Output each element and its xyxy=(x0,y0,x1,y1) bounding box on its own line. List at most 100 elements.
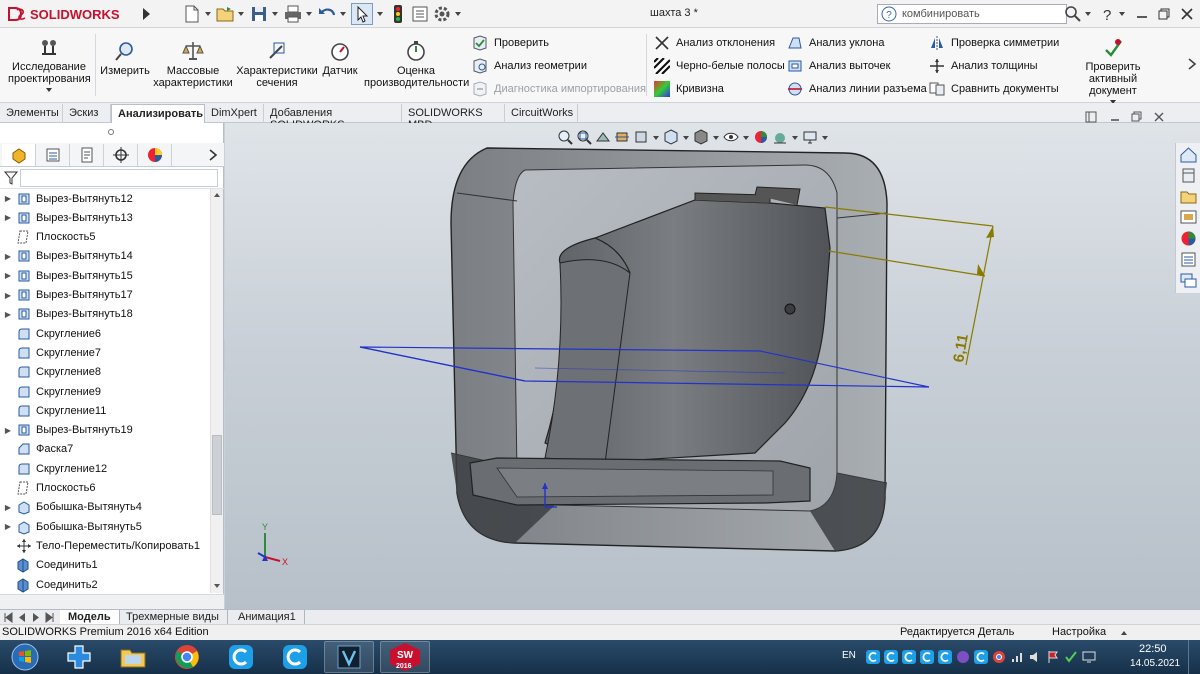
zebra-stripes-button[interactable]: Черно-белые полосы xyxy=(654,57,785,75)
taskbar-chrome[interactable] xyxy=(162,641,212,673)
symmetry-check-button[interactable]: Проверка симметрии xyxy=(929,34,1059,52)
undo-dropdown-icon[interactable] xyxy=(339,10,347,18)
performance-evaluation-button[interactable]: Оценка производительности xyxy=(364,40,469,89)
expand-arrow-icon[interactable]: ▶ xyxy=(0,503,16,512)
search-icon[interactable] xyxy=(1064,5,1082,23)
filter-input[interactable] xyxy=(20,169,218,187)
search-input[interactable] xyxy=(902,6,1052,22)
tray-flag-icon[interactable] xyxy=(1046,650,1060,664)
help-icon[interactable]: ? xyxy=(1100,5,1116,23)
close-icon[interactable] xyxy=(1180,7,1194,21)
tray-display-icon[interactable] xyxy=(1082,650,1096,664)
draft-analysis-button[interactable]: Анализ уклона xyxy=(787,34,884,52)
search-box[interactable]: ? xyxy=(877,4,1067,24)
undo-icon[interactable] xyxy=(317,4,337,24)
custom-properties-icon[interactable] xyxy=(1179,250,1198,269)
tray-c-icon[interactable] xyxy=(938,650,952,664)
expand-arrow-icon[interactable]: ▶ xyxy=(0,310,16,319)
options-dropdown-icon[interactable] xyxy=(454,10,462,18)
viewport-restore-icon[interactable] xyxy=(1131,111,1143,123)
tree-item[interactable]: Соединить2 xyxy=(0,575,210,593)
tab-configuration-manager[interactable] xyxy=(70,144,104,166)
compare-documents-button[interactable]: Сравнить документы xyxy=(929,80,1059,98)
dimension-value[interactable]: 6,11 xyxy=(950,333,972,364)
viewport-split-icon[interactable] xyxy=(1085,111,1097,123)
tab-sketch[interactable]: Эскиз xyxy=(63,104,111,123)
tree-scrollbar[interactable] xyxy=(210,189,223,593)
clock-date[interactable]: 14.05.2021 xyxy=(1130,658,1180,669)
open-dropdown-icon[interactable] xyxy=(237,10,245,18)
select-tool-button[interactable] xyxy=(351,3,373,25)
tree-item[interactable]: Скругление7 xyxy=(0,343,210,362)
tree-item[interactable]: Скругление12 xyxy=(0,459,210,478)
tab-display-manager[interactable] xyxy=(138,144,172,166)
taskbar-app-v[interactable] xyxy=(324,641,374,673)
taskbar-app-c1[interactable] xyxy=(216,641,266,673)
expand-arrow-icon[interactable]: ▶ xyxy=(0,522,16,531)
search-dropdown-icon[interactable] xyxy=(1084,10,1092,18)
tree-item[interactable]: Скругление11 xyxy=(0,401,210,420)
tab-feature-manager[interactable] xyxy=(2,144,36,166)
undercut-analysis-button[interactable]: Анализ выточек xyxy=(787,57,890,75)
tray-c-icon[interactable] xyxy=(920,650,934,664)
save-dropdown-icon[interactable] xyxy=(271,10,279,18)
tree-item[interactable]: ▶ Бобышка-Вытянуть5 xyxy=(0,517,210,536)
first-tab-icon[interactable] xyxy=(2,612,14,623)
tray-network-icon[interactable] xyxy=(1010,650,1024,664)
scroll-thumb[interactable] xyxy=(212,435,222,515)
ribbon-scroll-right-icon[interactable] xyxy=(1187,58,1197,70)
options-gear-icon[interactable] xyxy=(432,4,452,24)
parting-line-analysis-button[interactable]: Анализ линии разъема xyxy=(787,80,927,98)
select-dropdown-icon[interactable] xyxy=(376,10,384,18)
rebuild-traffic-light-icon[interactable] xyxy=(388,4,408,24)
tray-c-icon[interactable] xyxy=(866,650,880,664)
tab-dimxpert[interactable]: DimXpert xyxy=(205,104,264,123)
scroll-up-icon[interactable] xyxy=(213,191,221,199)
tree-item[interactable]: Плоскость6 xyxy=(0,479,210,498)
tray-c-icon[interactable] xyxy=(974,650,988,664)
view-palette-icon[interactable] xyxy=(1179,208,1198,227)
design-study-button[interactable]: Исследование проектирования xyxy=(8,36,91,93)
sensor-button[interactable]: Датчик xyxy=(320,40,360,77)
panel-grip-icon[interactable] xyxy=(106,127,116,137)
tree-item[interactable]: ▶ Вырез-Вытянуть18 xyxy=(0,305,210,324)
units-dropdown-icon[interactable] xyxy=(1120,629,1128,637)
design-study-dropdown-icon[interactable] xyxy=(45,87,53,93)
mass-properties-button[interactable]: Массовые характеристики xyxy=(153,40,233,89)
tab-3d-views[interactable]: Трехмерные виды xyxy=(118,610,228,625)
forum-icon[interactable] xyxy=(1179,271,1198,290)
open-folder-icon[interactable] xyxy=(215,4,235,24)
panel-tabs-scroll-icon[interactable] xyxy=(208,149,218,161)
tab-solidworks-addins[interactable]: Добавления SOLIDWORKS xyxy=(264,104,402,131)
unit-system-button[interactable]: Настройка xyxy=(1052,626,1106,638)
expand-arrow-icon[interactable]: ▶ xyxy=(0,426,16,435)
model-3d-view[interactable]: 6,11 Y X xyxy=(225,123,1175,609)
tree-item[interactable]: ▶ Вырез-Вытянуть13 xyxy=(0,208,210,227)
expand-arrow-icon[interactable]: ▶ xyxy=(0,271,16,280)
tree-item[interactable]: Скругление8 xyxy=(0,363,210,382)
check-button[interactable]: Проверить xyxy=(472,34,549,52)
help-dropdown-icon[interactable] xyxy=(1118,10,1126,18)
geometry-analysis-button[interactable]: Анализ геометрии xyxy=(472,57,587,75)
tree-item[interactable]: ▶ Бобышка-Вытянуть4 xyxy=(0,498,210,517)
tree-item[interactable]: Соединить1 xyxy=(0,556,210,575)
next-tab-icon[interactable] xyxy=(30,612,42,623)
tab-features[interactable]: Элементы xyxy=(0,104,63,123)
tab-animation[interactable]: Анимация1 xyxy=(230,610,305,625)
tree-hscroll[interactable] xyxy=(0,594,224,609)
taskbar-solidworks[interactable]: SW 2016 xyxy=(380,641,430,673)
clock-time[interactable]: 22:50 xyxy=(1139,643,1167,655)
measure-button[interactable]: Измерить xyxy=(98,40,152,77)
tree-item[interactable]: ▶ Вырез-Вытянуть12 xyxy=(0,189,210,208)
home-icon[interactable] xyxy=(1179,145,1198,164)
tab-evaluate[interactable]: Анализировать xyxy=(111,104,205,123)
curvature-button[interactable]: Кривизна xyxy=(654,80,724,98)
new-document-icon[interactable] xyxy=(182,4,202,24)
graphics-area[interactable]: 6,11 Y X xyxy=(225,111,1200,609)
print-icon[interactable] xyxy=(283,4,303,24)
file-properties-icon[interactable] xyxy=(410,4,430,24)
deviation-analysis-button[interactable]: Анализ отклонения xyxy=(654,34,775,52)
tab-solidworks-mbd[interactable]: SOLIDWORKS MBD xyxy=(402,104,505,131)
viewport-close-icon[interactable] xyxy=(1153,111,1165,123)
tab-model[interactable]: Модель xyxy=(60,610,120,625)
